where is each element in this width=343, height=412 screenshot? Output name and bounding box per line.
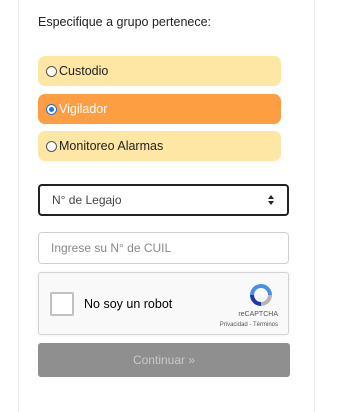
group-option-label: Vigilador <box>59 102 108 116</box>
group-option-monitoreo-alarmas[interactable]: Monitoreo Alarmas <box>38 131 281 161</box>
left-divider <box>18 0 19 412</box>
group-option-vigilador[interactable]: Vigilador <box>38 94 281 124</box>
radio-icon[interactable] <box>46 140 57 152</box>
continue-button[interactable]: Continuar » <box>38 343 290 377</box>
recaptcha-brand: reCAPTCHA <box>238 311 278 318</box>
legajo-select-value: N° de Legajo <box>52 193 122 207</box>
legajo-select[interactable]: N° de Legajo <box>38 184 289 216</box>
cuil-input[interactable]: Ingrese su N° de CUIL <box>38 232 289 264</box>
group-option-custodio[interactable]: Custodio <box>38 56 281 86</box>
recaptcha-widget: No soy un robot reCAPTCHA Privacidad - T… <box>38 272 289 335</box>
radio-checked-icon[interactable] <box>46 103 57 115</box>
recaptcha-privacy-terms-links[interactable]: Privacidad - Términos <box>220 322 278 328</box>
group-option-label: Custodio <box>59 64 109 78</box>
recaptcha-checkbox[interactable] <box>50 292 74 316</box>
group-prompt: Especifique a grupo pertenece: <box>38 15 212 29</box>
cuil-input-placeholder: Ingrese su N° de CUIL <box>51 241 172 255</box>
recaptcha-label: No soy un robot <box>84 297 173 311</box>
updown-arrows-icon <box>268 195 274 205</box>
radio-icon[interactable] <box>46 65 57 77</box>
right-divider <box>314 0 315 412</box>
group-option-label: Monitoreo Alarmas <box>59 139 164 153</box>
recaptcha-logo-icon <box>250 284 272 306</box>
